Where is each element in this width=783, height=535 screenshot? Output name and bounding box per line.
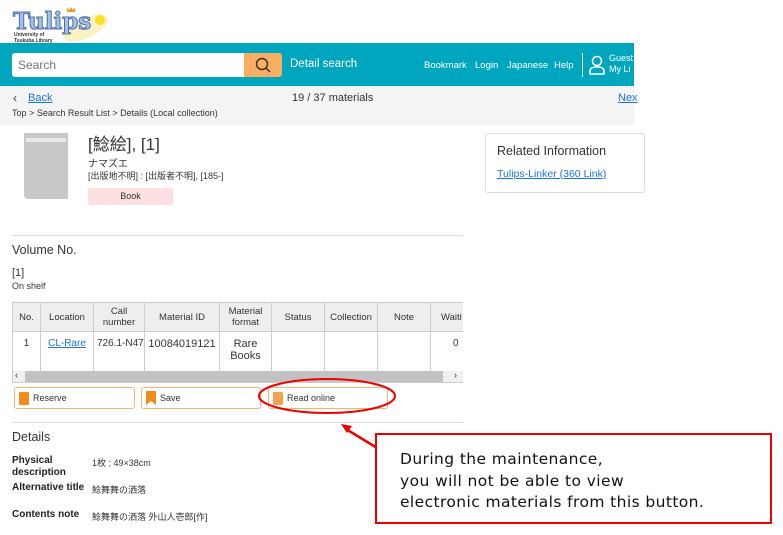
arrow-head-icon [341,424,352,433]
material-type-badge: Book [88,188,173,205]
result-count: 19 / 37 materials [292,92,374,104]
bookmark-link[interactable]: Bookmark [424,60,467,71]
col-note: Note [378,303,431,331]
maintenance-annotation: During the maintenance, you will not be … [375,433,772,524]
cell-material-id: 10084019121 [145,331,220,371]
chevron-left-icon: ‹ [13,91,17,105]
col-material-id: Material ID [145,303,220,331]
annotation-line: you will not be able to view [400,471,625,490]
user-icon [589,55,605,75]
help-link[interactable]: Help [554,60,574,71]
label-alternative-title: Alternative title [12,482,85,493]
divider [12,235,463,236]
my-library-link: My Li [609,64,631,74]
col-material-format: Material format [220,303,272,331]
tulips-logo[interactable]: Tulips University of Tsukuba Library [12,4,108,44]
horizontal-scrollbar[interactable]: ‹ › [13,370,463,382]
col-call-number: Call number [94,303,145,331]
user-name: Guest [609,53,634,63]
read-online-label: Read online [287,393,336,403]
breadcrumb-sep: > [112,108,118,118]
item-title: [鯰絵], [1] [88,135,160,154]
login-link[interactable]: Login [475,60,498,71]
holdings-table: No. Location Call number Material ID Mat… [12,302,463,383]
cell-material-format: Rare Books [220,331,272,371]
cell-no: 1 [13,331,41,371]
label-physical-description: Physical description [12,455,66,478]
divider [582,53,583,77]
read-online-button[interactable]: Read online [268,387,388,409]
scroll-right-icon[interactable]: › [454,370,457,380]
tulips-linker-link[interactable]: Tulips-Linker (360 Link) [497,168,606,180]
search-icon [255,57,271,73]
divider [12,422,463,423]
volume-status: On shelf [12,281,46,291]
details-heading: Details [12,430,51,444]
reserve-icon [19,391,29,405]
cell-note [378,331,431,371]
save-button[interactable]: Save [141,387,261,409]
related-info-panel: Related Information Tulips-Linker (360 L… [485,133,645,193]
ebook-icon [273,391,283,405]
value-contents-note: 鯰舞舞の洒落 外山人壱郎[作] [92,512,208,522]
next-link[interactable]: Nex [618,92,638,104]
volume-heading: Volume No. [12,243,77,257]
search-button[interactable] [244,53,282,77]
cell-call-number: 726.1-N47 [94,331,145,371]
user-menu[interactable]: Guest My Li [609,53,633,75]
breadcrumb: Top > Search Result List > Details (Loca… [12,108,218,118]
cell-collection [325,331,378,371]
col-waiting: Waiti [431,303,463,331]
header-bar: Detail search Bookmark Login Japanese He… [0,43,634,86]
svg-text:Tulips: Tulips [13,8,91,35]
related-heading: Related Information [497,144,607,158]
cell-status [272,331,325,371]
col-collection: Collection [325,303,378,331]
cell-location: CL-Rare [41,331,94,371]
value-alternative-title: 鯰舞舞の洒落 [92,485,147,495]
breadcrumb-sep: > [29,108,35,118]
book-icon [24,133,68,199]
scroll-left-icon[interactable]: ‹ [15,370,18,380]
label-contents-note: Contents note [12,509,80,520]
cell-waiting: 0 [431,331,463,371]
breadcrumb-results[interactable]: Search Result List [37,108,110,118]
location-link[interactable]: CL-Rare [48,338,86,349]
breadcrumb-top[interactable]: Top [12,108,27,118]
bookmark-icon [146,391,156,405]
reserve-button[interactable]: Reserve [14,387,135,409]
volume-number: [1] [12,267,25,279]
col-status: Status [272,303,325,331]
back-link[interactable]: Back [28,92,52,104]
save-label: Save [160,393,181,403]
search-input[interactable] [12,53,244,77]
item-publisher: [出版地不明] : [出版者不明], [185-] [88,171,224,181]
annotation-line: electronic materials from this button. [400,493,705,511]
reserve-label: Reserve [33,393,67,403]
col-no: No. [13,303,41,331]
detail-search-link[interactable]: Detail search [290,58,357,70]
japanese-link[interactable]: Japanese [507,60,548,71]
item-kana: ナマズエ [88,159,128,170]
nav-bar: ‹ Back 19 / 37 materials Nex Top > Searc… [0,86,638,125]
scrollbar-thumb[interactable] [25,371,443,382]
breadcrumb-current: Details (Local collection) [120,108,218,118]
col-location: Location [41,303,94,331]
annotation-line: During the maintenance, [400,450,604,468]
value-physical-description: 1枚 ; 49×38cm [92,458,151,468]
